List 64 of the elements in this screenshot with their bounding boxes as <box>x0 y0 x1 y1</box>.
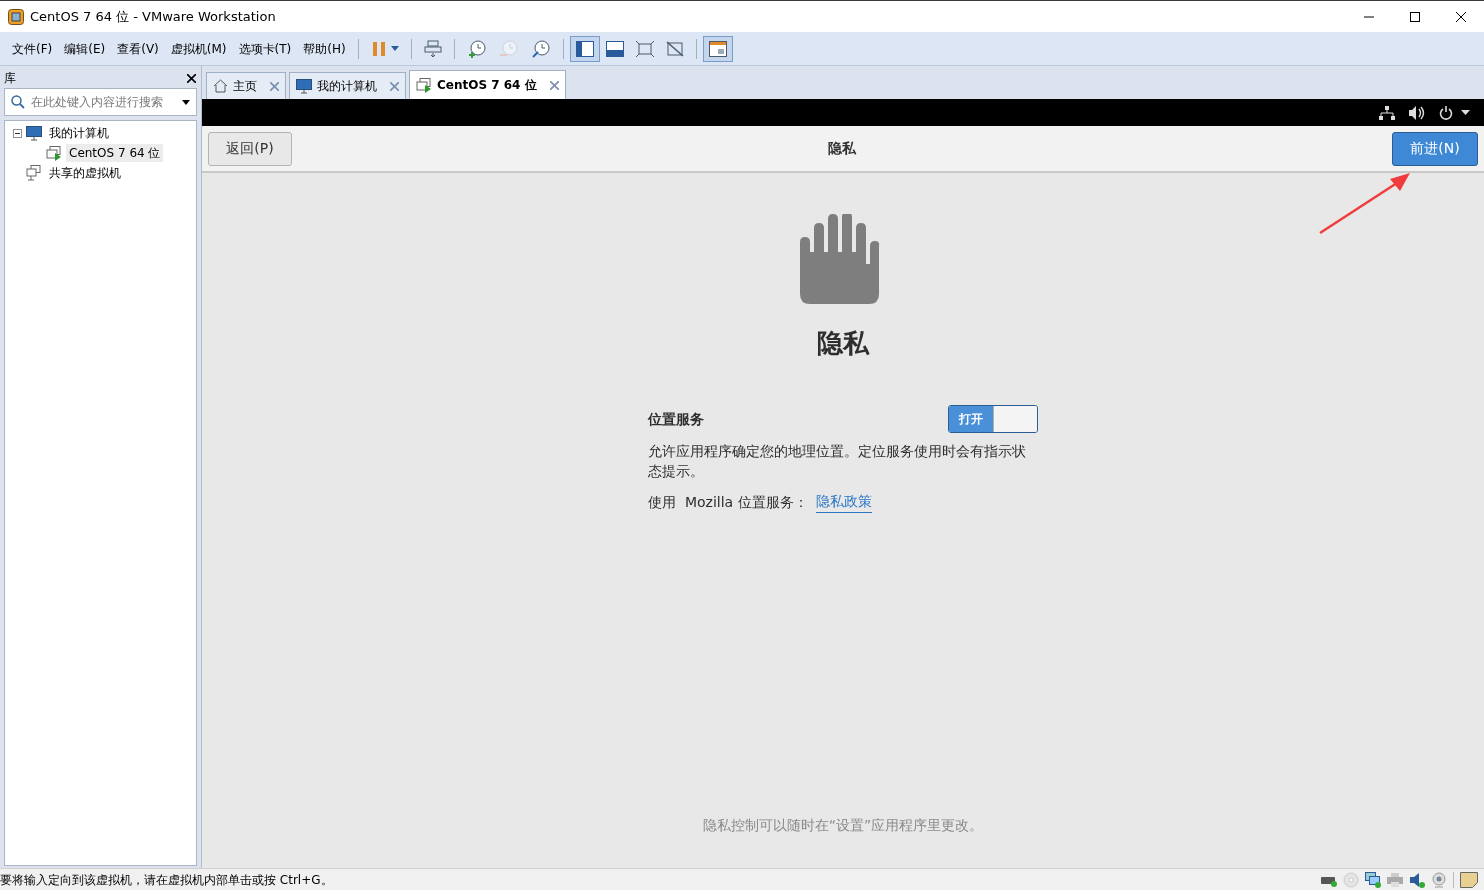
vm-icon <box>416 77 432 93</box>
close-tab-icon[interactable] <box>270 81 279 91</box>
tab[interactable]: CentOS 7 64 位 <box>409 70 566 99</box>
menu-item[interactable]: 查看(V) <box>111 39 165 58</box>
menu-item[interactable]: 帮助(H) <box>297 39 352 58</box>
footer-note: 隐私控制可以随时在“设置”应用程序里更改。 <box>702 816 984 835</box>
collapse-toggle[interactable] <box>13 128 22 138</box>
next-button[interactable]: 前进(N) <box>1392 131 1478 166</box>
menu-item[interactable]: 选项卡(T) <box>232 39 298 58</box>
menu-item[interactable]: 文件(F) <box>6 39 59 58</box>
close-icon <box>1456 11 1466 22</box>
crossed-window-icon <box>665 40 684 57</box>
maximize-icon <box>1410 11 1420 22</box>
home-icon <box>213 79 228 93</box>
clock-plus-icon <box>466 38 487 59</box>
monitor-icon <box>296 78 312 94</box>
pause-icon <box>370 40 387 57</box>
search-input[interactable]: 在此处键入内容进行搜索 <box>31 93 176 111</box>
monitor-icon <box>26 125 42 141</box>
shared-vm-icon <box>26 165 42 181</box>
close-tab-icon[interactable] <box>549 80 559 90</box>
tab[interactable]: 主页 <box>206 72 286 99</box>
webcam-icon[interactable] <box>1431 871 1447 888</box>
window-icon <box>708 40 727 57</box>
app-logo-icon <box>8 8 24 25</box>
menu-item[interactable]: 虚拟机(M) <box>164 39 233 58</box>
panel-layout-icon <box>605 40 624 57</box>
dropdown-caret-icon <box>182 99 190 105</box>
close-tab-icon[interactable] <box>390 81 399 91</box>
clock-wrench-icon <box>530 38 551 59</box>
search-icon <box>11 95 25 109</box>
sidebar-layout-icon <box>575 40 594 57</box>
keyboard-icon <box>423 39 442 58</box>
fullscreen-icon <box>635 40 654 57</box>
toolbar-button[interactable] <box>569 35 600 62</box>
power-icon[interactable] <box>1439 105 1453 120</box>
tab[interactable]: 我的计算机 <box>289 72 406 99</box>
menu-item[interactable]: 编辑(E) <box>58 39 112 58</box>
dropdown-caret-icon <box>390 46 399 51</box>
library-title: 库 <box>4 70 16 87</box>
close-panel-button[interactable] <box>185 72 197 84</box>
close-icon <box>186 73 196 83</box>
vm-icon <box>46 145 62 161</box>
back-button[interactable]: 返回(P) <box>208 131 292 166</box>
search-field[interactable]: 在此处键入内容进行搜索 <box>4 88 197 116</box>
note-icon[interactable] <box>1460 871 1478 888</box>
tree-item[interactable]: 我的计算机 <box>46 124 112 142</box>
page-title: 隐私 <box>828 139 856 158</box>
network-icon <box>1379 105 1395 120</box>
speaker-icon[interactable] <box>1409 871 1425 888</box>
tree-item[interactable]: 共享的虚拟机 <box>46 164 124 182</box>
setting-label: 位置服务 <box>648 409 704 429</box>
setting-description: 允许应用程序确定您的地理位置。定位服务使用时会有指示状态提示。 <box>648 442 1027 481</box>
usage-text: 使用 Mozilla 位置服务： <box>648 492 808 512</box>
toolbar-button[interactable] <box>702 35 733 62</box>
volume-icon <box>1409 105 1425 120</box>
dropdown-caret-icon[interactable] <box>1461 110 1470 115</box>
window-title: CentOS 7 64 位 - VMware Workstation <box>30 7 276 26</box>
page-heading: 隐私 <box>817 327 869 360</box>
network-adapter-icon[interactable] <box>1365 871 1381 888</box>
clock-arrow-icon <box>498 38 519 59</box>
privacy-policy-link[interactable]: 隐私政策 <box>815 491 872 513</box>
status-message: 要将输入定向到该虚拟机，请在虚拟机内部单击或按 Ctrl+G。 <box>0 871 333 889</box>
tree-item[interactable]: CentOS 7 64 位 <box>66 144 164 162</box>
